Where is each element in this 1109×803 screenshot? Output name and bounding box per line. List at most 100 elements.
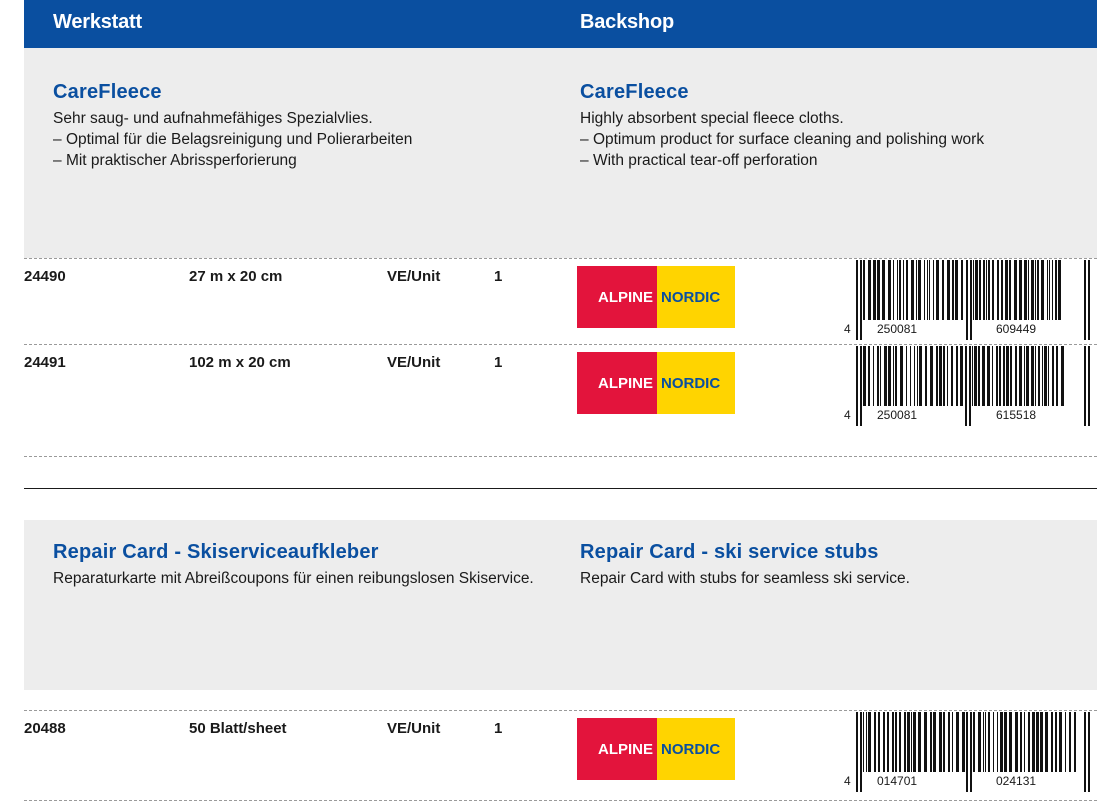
barcode-bar [961, 260, 963, 320]
barcode-bar [983, 260, 985, 320]
product-title-de: Repair Card - Skiserviceaufkleber [53, 541, 379, 563]
barcode-bar [1056, 346, 1058, 406]
barcode-bar [943, 346, 945, 406]
barcode-bar [933, 260, 934, 320]
barcode-bar [996, 346, 998, 406]
barcode-digit-first: 4 [844, 774, 851, 788]
barcode-bar [1049, 260, 1050, 320]
barcode-bar [1024, 260, 1027, 320]
barcode-bar [866, 712, 867, 772]
barcode-bar [899, 260, 901, 320]
header-workshop: Werkstatt [53, 11, 142, 33]
section-repaircard-de: Repair Card - Skiserviceaufkleber Repara… [53, 540, 553, 589]
barcode-bar [873, 346, 874, 406]
barcode-bar [877, 260, 880, 320]
barcode-bar [1065, 712, 1066, 772]
barcode-bar [1084, 260, 1086, 340]
barcode-bar [952, 260, 954, 320]
barcode-bar [969, 346, 971, 426]
barcode-bar [951, 346, 953, 406]
barcode-bar [1035, 346, 1036, 406]
product-size: 50 Blatt/sheet [189, 720, 287, 737]
barcode-bar [988, 260, 990, 320]
barcode-bar [1019, 260, 1022, 320]
barcode-bar [1042, 346, 1043, 406]
barcode-bar [966, 260, 968, 340]
feature-item: Mit praktischer Abrissperforierung [53, 150, 533, 171]
barcode-bar [930, 346, 933, 406]
barcode-bar [1040, 712, 1043, 772]
barcode-bar [1084, 712, 1086, 792]
barcode-bar [924, 712, 927, 772]
barcode-bar [942, 260, 944, 320]
barcode-bar [888, 346, 891, 406]
barcode-bar [1035, 260, 1036, 320]
barcode-bar [860, 346, 862, 426]
barcode-bar [1047, 260, 1048, 320]
barcode-bar [986, 260, 987, 320]
barcode-bar [973, 260, 974, 320]
barcode-bar [1038, 346, 1040, 406]
barcode-bar [1061, 346, 1064, 406]
badge-alpine: ALPINE [577, 266, 657, 328]
barcode-bar [884, 346, 887, 406]
barcode-bar [947, 346, 948, 406]
barcode-bar [1052, 260, 1053, 320]
barcode-digits-right: 615518 [996, 408, 1037, 422]
barcode-bar [1055, 260, 1057, 320]
barcode-bar [893, 346, 894, 406]
unit-quantity: 1 [494, 354, 503, 371]
barcode-bar [952, 712, 953, 772]
barcode-bar [1028, 712, 1030, 772]
badge-nordic: NORDIC [657, 266, 735, 328]
barcode-bar [993, 712, 994, 772]
section-repaircard-en: Repair Card - ski service stubs Repair C… [580, 540, 1090, 589]
barcode-bar [1010, 346, 1012, 406]
barcode-bar [903, 260, 904, 320]
barcode-bar [930, 712, 932, 772]
badge-nordic: NORDIC [657, 718, 735, 780]
product-desc-en: Highly absorbent special fleece cloths. [580, 110, 844, 127]
product-size: 27 m x 20 cm [189, 268, 283, 285]
barcode-bar [918, 260, 921, 320]
barcode-bar [893, 260, 894, 320]
barcode-bar [978, 346, 980, 406]
barcode-bar [1003, 346, 1005, 406]
barcode-bar [939, 346, 942, 406]
badge-alpine: ALPINE [577, 352, 657, 414]
product-row: 20488 50 Blatt/sheet VE/Unit 1 ALPINE NO… [24, 710, 1097, 796]
barcode-bar [972, 346, 973, 406]
barcode-bar [1088, 346, 1090, 426]
barcode-bar [925, 346, 927, 406]
barcode-bar [966, 712, 968, 792]
barcode-bar [868, 346, 870, 406]
barcode-bar [1028, 260, 1029, 320]
barcode-bar [918, 712, 921, 772]
barcode-bar [927, 260, 928, 320]
barcode-bar [897, 260, 898, 320]
unit-label: VE/Unit [387, 354, 441, 371]
barcode-bar [913, 712, 916, 772]
badge-alpine: ALPINE [577, 718, 657, 780]
barcode-bar [1019, 346, 1022, 406]
barcode-bar [888, 260, 891, 320]
barcode-bar [999, 346, 1001, 406]
header-backshop: Backshop [580, 11, 674, 33]
product-desc-en: Repair Card with stubs for seamless ski … [580, 570, 910, 587]
barcode-bar [911, 260, 914, 320]
section-carefleece-de: CareFleece Sehr saug- und aufnahmefähige… [53, 80, 533, 171]
barcode-bar [1048, 346, 1049, 406]
barcode-digits-right: 609449 [996, 322, 1037, 336]
barcode-bar [1088, 712, 1090, 792]
barcode-bar [1006, 346, 1009, 406]
barcode-bar [936, 346, 938, 406]
barcode-bar [1015, 346, 1017, 406]
barcode-bar [904, 712, 906, 772]
barcode-bar [1031, 346, 1034, 406]
product-sku: 24491 [24, 354, 66, 371]
row-divider [24, 800, 1097, 801]
barcode-bar [860, 260, 862, 340]
barcode-bar [900, 346, 903, 406]
barcode-bar [1036, 712, 1039, 772]
section-carefleece-panel: CareFleece Sehr saug- und aufnahmefähige… [24, 48, 1097, 258]
